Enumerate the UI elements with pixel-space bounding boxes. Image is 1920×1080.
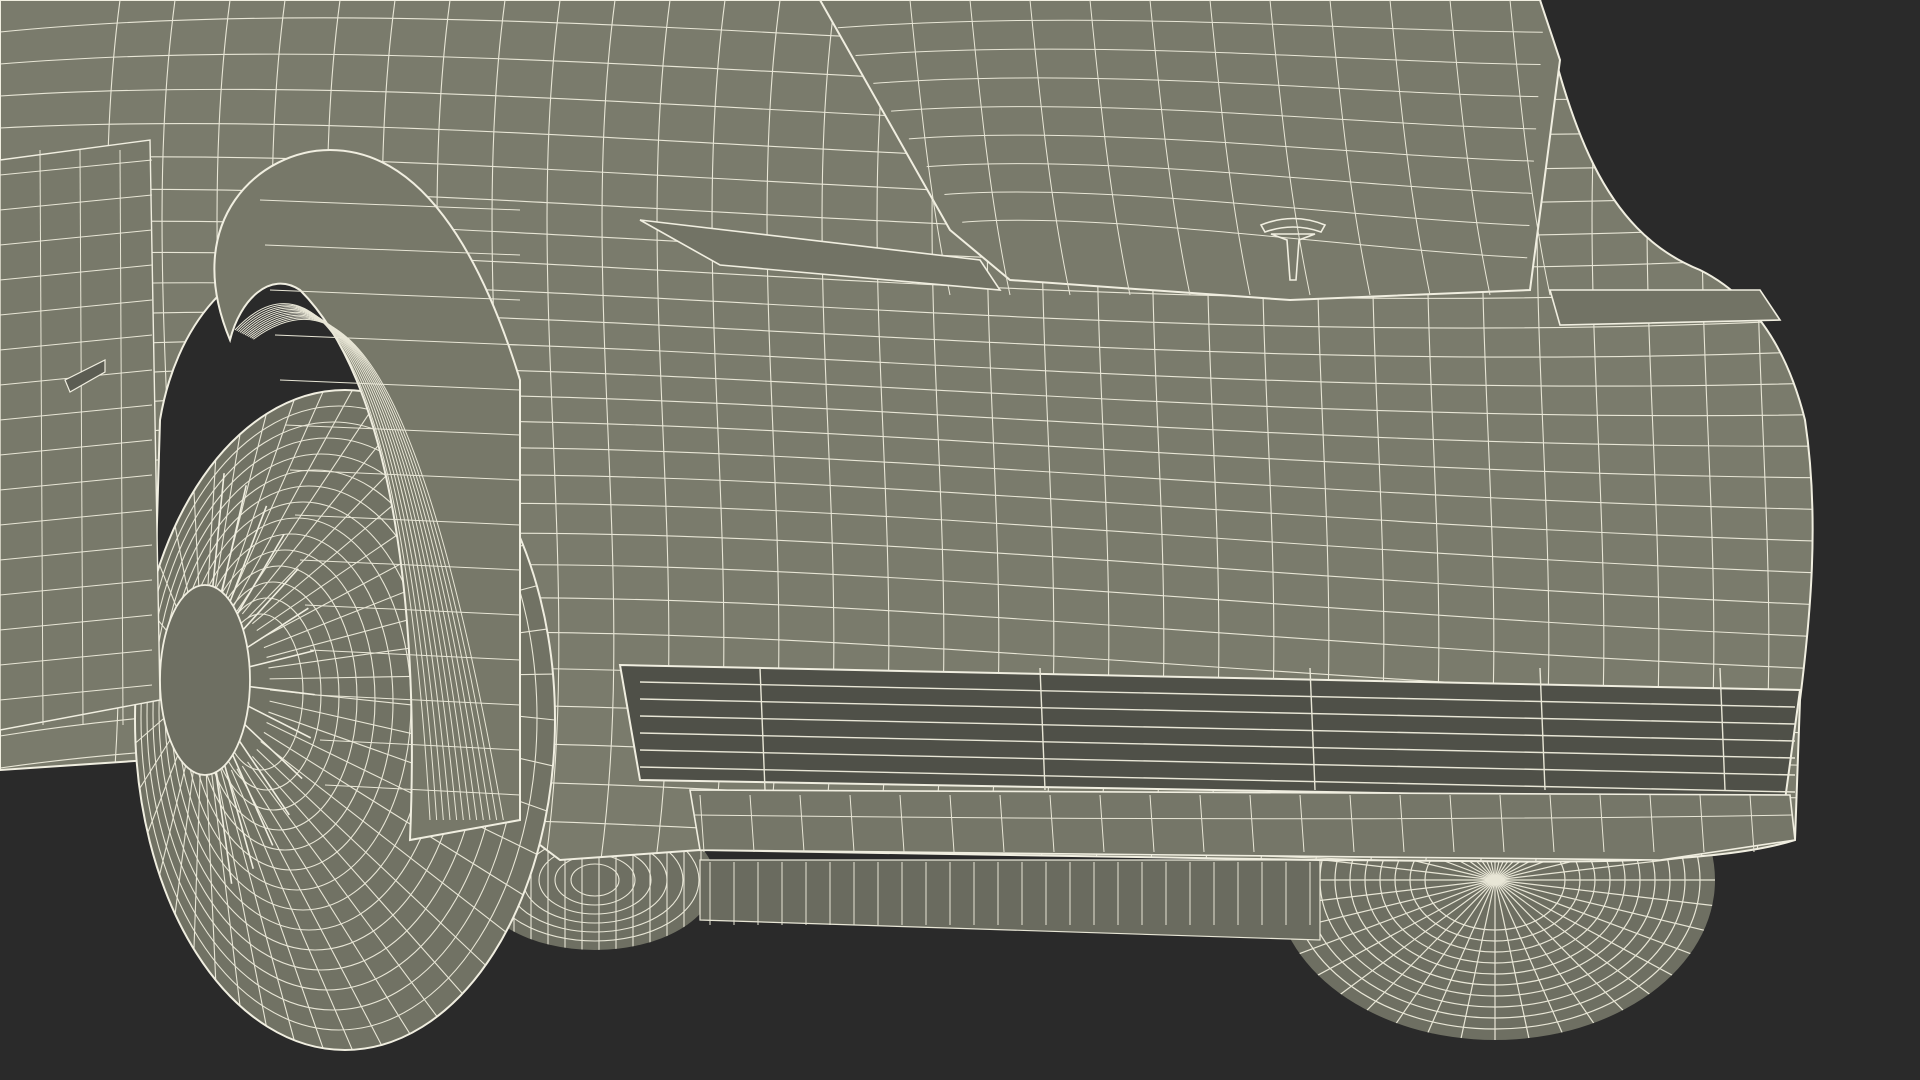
side-door-panel xyxy=(0,139,161,731)
front-bumper-lip xyxy=(689,789,1796,861)
render-viewport xyxy=(0,0,1920,1080)
wheel-hub-cap xyxy=(159,584,251,776)
front-grille xyxy=(618,663,1802,802)
headlight-right xyxy=(1548,289,1782,326)
car-wireframe-render xyxy=(0,0,1920,1080)
